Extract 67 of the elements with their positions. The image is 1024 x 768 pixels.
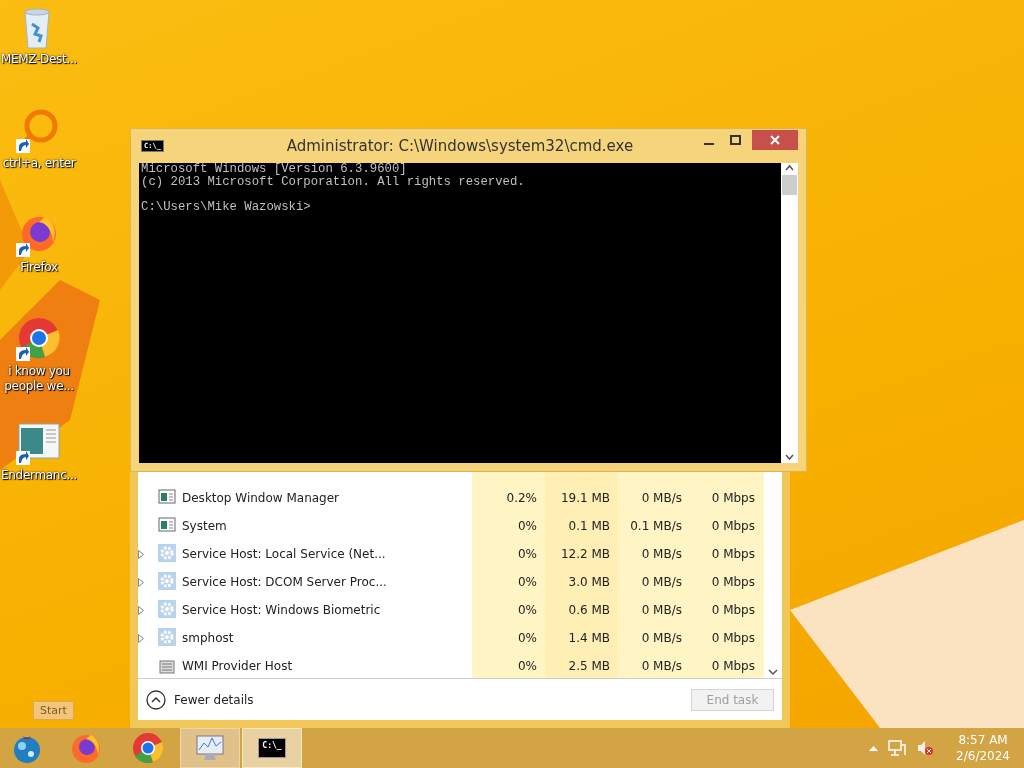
process-name[interactable]: Desktop Window Manager (182, 491, 340, 505)
network-value: 0 Mbps (711, 491, 756, 505)
disk-value: 0 MB/s (641, 603, 683, 617)
memory-value: 12.2 MB (560, 547, 611, 561)
app-window-icon (158, 487, 176, 506)
chrome-icon (131, 731, 165, 765)
disk-value: 0 MB/s (641, 575, 683, 589)
close-icon (770, 135, 780, 145)
memory-value: 2.5 MB (568, 659, 611, 673)
fewer-details-button[interactable]: Fewer details (146, 689, 254, 710)
gear-icon (158, 543, 176, 562)
cpu-value: 0% (517, 603, 538, 617)
expand-icon[interactable] (138, 605, 144, 615)
taskbar-button[interactable]: C:\_ (242, 728, 302, 768)
disk-value: 0 MB/s (641, 631, 683, 645)
process-name[interactable]: Service Host: Windows Biometric (182, 603, 381, 617)
memory-value: 0.6 MB (568, 603, 611, 617)
cpu-value: 0.2% (506, 491, 538, 505)
process-name[interactable]: Service Host: Local Service (Net... (182, 547, 386, 561)
scroll-thumb[interactable] (782, 175, 797, 195)
process-name[interactable]: smphost (182, 631, 234, 645)
disk-value: 0 MB/s (641, 659, 683, 673)
maximize-icon (729, 135, 741, 145)
process-name[interactable]: WMI Provider Host (182, 659, 293, 673)
disk-value: 0 MB/s (641, 491, 683, 505)
console-output[interactable]: Microsoft Windows [Version 6.3.9600] (c) 2013 Microsoft Corporation. All rights reserved. C:\Users\Mike Wazowski> (139, 163, 781, 463)
process-name[interactable]: System (182, 519, 227, 533)
collapse-icon (146, 689, 166, 710)
app-window-icon (158, 515, 176, 534)
expand-icon[interactable] (138, 549, 144, 559)
network-value: 0 Mbps (711, 519, 756, 533)
taskbar-button[interactable] (180, 728, 240, 768)
cpu-value: 0% (517, 547, 538, 561)
network-value: 0 Mbps (711, 547, 756, 561)
disk-value: 0 MB/s (641, 547, 683, 561)
memory-value: 1.4 MB (568, 631, 611, 645)
memory-value: 3.0 MB (568, 575, 611, 589)
memory-value: 0.1 MB (568, 519, 611, 533)
chrome-icon[interactable] (15, 316, 63, 364)
memory-value: 19.1 MB (560, 491, 611, 505)
window-thumbnail-icon[interactable] (15, 420, 63, 468)
cpu-value: 0% (517, 519, 538, 533)
network-icon[interactable] (888, 740, 907, 756)
expand-icon[interactable] (138, 633, 144, 643)
scrollbar[interactable] (781, 163, 798, 463)
gear-icon (158, 571, 176, 590)
cpu-value: 0% (517, 631, 538, 645)
network-value: 0 Mbps (711, 659, 756, 673)
network-value: 0 Mbps (711, 603, 756, 617)
expand-icon[interactable] (138, 577, 144, 587)
chevron-up-icon[interactable] (869, 745, 879, 751)
gear-icon (158, 627, 176, 646)
process-name[interactable]: Service Host: DCOM Server Proc... (182, 575, 387, 589)
close-button[interactable] (752, 130, 798, 150)
window-title: Administrator: C:\Windows\system32\cmd.exe (285, 137, 635, 155)
speaker-muted-icon[interactable] (916, 740, 935, 756)
cpu-value: 0% (517, 659, 538, 673)
network-value: 0 Mbps (711, 575, 756, 589)
start-tooltip: Start (33, 701, 74, 720)
disk-value: 0.1 MB/s (630, 519, 683, 533)
scroll-up-icon (785, 163, 794, 173)
cmd-icon: C:\_ (258, 738, 286, 758)
network-value: 0 Mbps (711, 631, 756, 645)
minimize-icon (704, 143, 714, 145)
gear-icon (158, 599, 176, 618)
cpu-value: 0% (517, 575, 538, 589)
scroll-down-icon[interactable] (768, 668, 778, 676)
